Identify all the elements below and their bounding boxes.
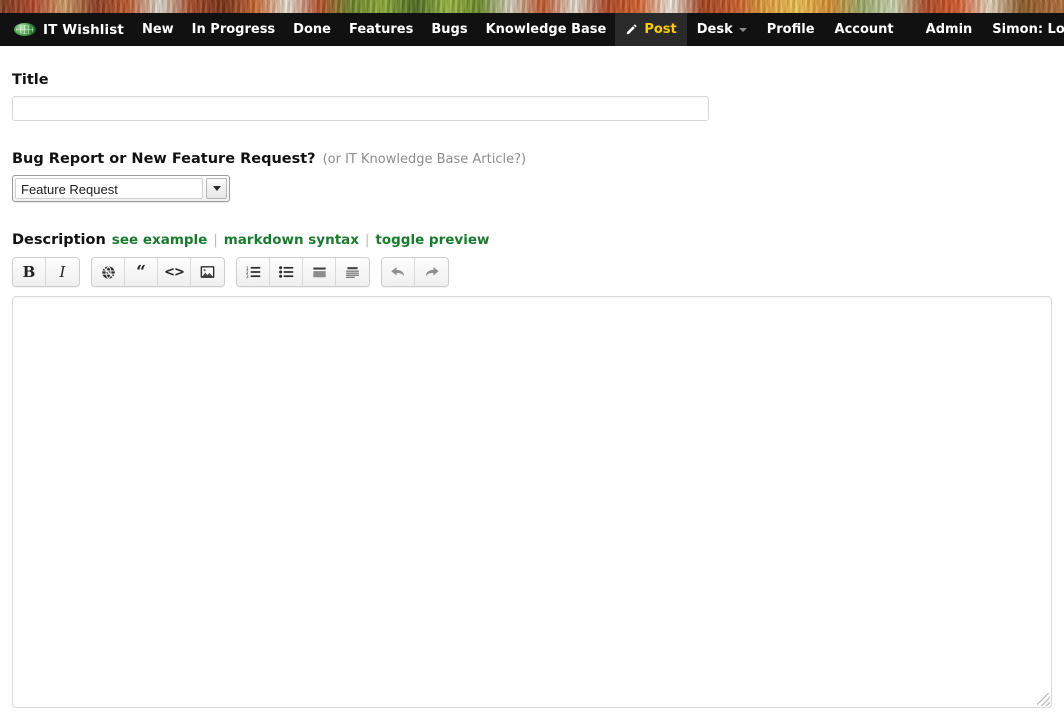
banner-strip	[0, 0, 1064, 13]
quote-button[interactable]: “	[125, 258, 158, 286]
report-type-select[interactable]: Feature Request	[12, 175, 230, 202]
redo-arrow-icon	[424, 265, 440, 279]
nav-item-new[interactable]: New	[133, 13, 183, 46]
type-label: Bug Report or New Feature Request?	[12, 151, 316, 167]
nav-item-knowledge-base[interactable]: Knowledge Base	[477, 13, 616, 46]
code-icon: <>	[164, 264, 185, 280]
nav-item-post-label: Post	[644, 22, 677, 37]
report-type-selected-value: Feature Request	[15, 178, 203, 199]
bold-icon: B	[22, 263, 36, 281]
bold-button[interactable]: B	[13, 258, 46, 286]
globe-icon	[14, 23, 36, 36]
page-content: Title Bug Report or New Feature Request?…	[0, 72, 1064, 708]
toolbar-group-history	[381, 257, 449, 287]
image-icon	[200, 265, 215, 279]
numbered-list-button[interactable]: 1 2 3	[237, 258, 270, 286]
description-textarea[interactable]	[12, 296, 1052, 708]
editor-toolbar: B I “ <> 1 2 3	[12, 257, 1052, 287]
toolbar-group-text-style: B I	[12, 257, 80, 287]
nav-item-done[interactable]: Done	[284, 13, 340, 46]
nav-item-account[interactable]: Account	[825, 13, 904, 46]
nav-item-admin[interactable]: Admin	[916, 13, 983, 46]
title-label: Title	[12, 72, 49, 88]
description-header: Description see example | markdown synta…	[12, 232, 1052, 248]
code-button[interactable]: <>	[158, 258, 191, 286]
markdown-syntax-link[interactable]: markdown syntax	[224, 232, 359, 248]
chevron-down-icon[interactable]	[206, 178, 227, 199]
undo-arrow-icon	[390, 265, 406, 279]
chevron-down-icon	[738, 27, 747, 32]
toggle-preview-link[interactable]: toggle preview	[375, 232, 489, 248]
toolbar-group-blocks: 1 2 3	[236, 257, 370, 287]
nav-item-profile[interactable]: Profile	[757, 13, 825, 46]
toolbar-group-insert: “ <>	[91, 257, 225, 287]
globe-icon	[101, 265, 116, 280]
nav-item-logout[interactable]: Simon: Log out	[982, 13, 1064, 46]
see-example-link[interactable]: see example	[112, 232, 208, 248]
link-separator-1: |	[213, 233, 218, 248]
type-label-row: Bug Report or New Feature Request? (or I…	[12, 151, 1052, 167]
nav-item-desk[interactable]: Desk	[687, 13, 757, 46]
ordered-list-icon: 1 2 3	[246, 265, 261, 279]
nav-item-features[interactable]: Features	[340, 13, 422, 46]
description-label: Description	[12, 232, 106, 248]
heading-block-icon	[312, 266, 327, 279]
nav-item-post[interactable]: Post	[615, 13, 687, 46]
italic-icon: I	[59, 263, 66, 281]
paragraph-button[interactable]	[336, 258, 369, 286]
quote-icon: “	[136, 261, 146, 282]
italic-button[interactable]: I	[46, 258, 79, 286]
brand-name: IT Wishlist	[43, 21, 124, 38]
bullet-list-button[interactable]	[270, 258, 303, 286]
description-editor-wrapper	[12, 296, 1052, 708]
link-separator-2: |	[365, 233, 370, 248]
link-button[interactable]	[92, 258, 125, 286]
paragraph-block-icon	[345, 266, 360, 279]
redo-button[interactable]	[415, 258, 448, 286]
navbar-spacer	[904, 13, 916, 46]
title-input[interactable]	[12, 96, 709, 121]
unordered-list-icon	[278, 265, 294, 279]
nav-item-desk-label: Desk	[696, 22, 733, 37]
main-navbar: IT Wishlist New In Progress Done Feature…	[0, 13, 1064, 46]
nav-item-in-progress[interactable]: In Progress	[183, 13, 285, 46]
navbar-left-group: IT Wishlist New In Progress Done Feature…	[0, 13, 615, 46]
nav-item-bugs[interactable]: Bugs	[422, 13, 476, 46]
undo-button[interactable]	[382, 258, 415, 286]
navbar-right-group: Post Desk Profile Account Admin Simon: L…	[615, 13, 1064, 46]
heading-button[interactable]	[303, 258, 336, 286]
type-hint: (or IT Knowledge Base Article?)	[322, 152, 527, 167]
pencil-icon	[625, 23, 638, 36]
brand-link[interactable]: IT Wishlist	[0, 13, 133, 46]
svg-text:3: 3	[246, 274, 249, 279]
image-button[interactable]	[191, 258, 224, 286]
